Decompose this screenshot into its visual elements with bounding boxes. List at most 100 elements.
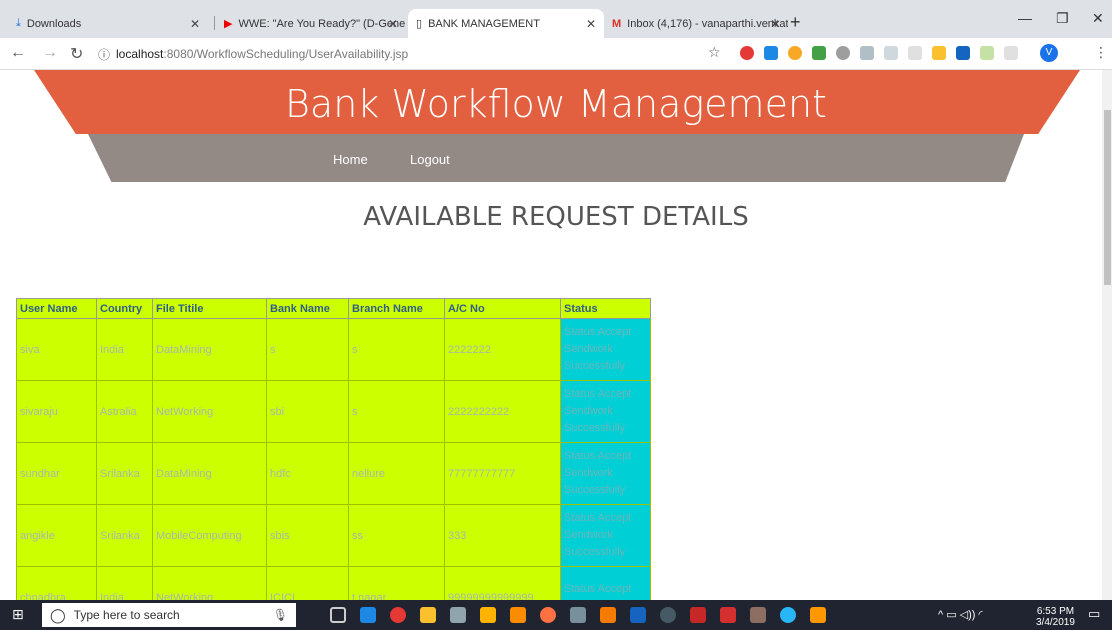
cell-file: MobileComputing	[152, 504, 267, 567]
microphone-icon[interactable]: 🎙	[273, 608, 288, 622]
extension-icon[interactable]	[908, 46, 922, 60]
cell-ac: 77777777777	[444, 442, 561, 505]
eclipse-icon[interactable]	[660, 607, 676, 623]
clock-date: 3/4/2019	[1036, 617, 1075, 628]
webpage: Bank Workflow Management Home Logout AVA…	[0, 70, 1112, 600]
tab-title: Inbox (4,176) - vanaparthi.venkat	[627, 17, 788, 30]
firefox-icon[interactable]	[540, 607, 556, 623]
nav-bar	[88, 134, 1024, 182]
cell-country: Srilanka	[96, 442, 153, 505]
extension-icon[interactable]	[884, 46, 898, 60]
app-icon[interactable]	[450, 607, 466, 623]
request-table: User Name Country File Titile Bank Name …	[16, 298, 651, 600]
url-field[interactable]: ⓘ localhost:8080/WorkflowScheduling/User…	[98, 42, 698, 66]
extension-icon[interactable]	[812, 46, 826, 60]
app-icon[interactable]	[570, 607, 586, 623]
acrobat-icon[interactable]	[720, 607, 736, 623]
app-icon[interactable]	[750, 607, 766, 623]
close-window-icon[interactable]: ✕	[1092, 10, 1104, 27]
table-row: sivaraju Astralia NetWorking sbi s 22222…	[16, 380, 651, 443]
opera-extension-icon[interactable]	[740, 46, 754, 60]
table-row: chnadhra India NetWorking ICICI t nagar …	[16, 566, 651, 600]
nav-logout-link[interactable]: Logout	[410, 152, 450, 167]
vlc-icon[interactable]	[810, 607, 826, 623]
cell-file: DataMining	[152, 318, 267, 381]
extension-icon[interactable]	[836, 46, 850, 60]
table-row: sundhar Srilanka DataMining hdfc nellure…	[16, 442, 651, 505]
back-icon[interactable]: ←	[10, 44, 26, 62]
task-view-icon[interactable]	[330, 607, 346, 623]
cell-bank: ICICI	[266, 566, 349, 600]
reload-icon[interactable]: ↻	[70, 44, 83, 64]
scrollbar-thumb[interactable]	[1104, 110, 1111, 285]
restore-icon[interactable]: ❐	[1056, 10, 1069, 27]
notification-icon[interactable]: ▭	[1088, 606, 1100, 622]
sublime-icon[interactable]	[600, 607, 616, 623]
col-branch-name: Branch Name	[348, 298, 445, 319]
cell-user: sivaraju	[16, 380, 97, 443]
cell-user: angikle	[16, 504, 97, 567]
extension-icon[interactable]	[956, 46, 970, 60]
system-tray-icons[interactable]: ^ ▭ ◁)) ◜	[938, 608, 983, 621]
cell-status: Status Accept Sendwork Successfully	[560, 504, 651, 567]
app-icon[interactable]	[630, 607, 646, 623]
search-circle-icon: ◯	[50, 606, 66, 623]
minimize-icon[interactable]: —	[1018, 10, 1032, 26]
new-tab-button[interactable]: +	[790, 12, 801, 33]
bookmark-star-icon[interactable]: ☆	[708, 44, 721, 61]
tab-inbox[interactable]: M Inbox (4,176) - vanaparthi.venkat ✕	[604, 9, 788, 38]
cell-file: NetWorking	[152, 380, 267, 443]
app-icon[interactable]	[780, 607, 796, 623]
cell-status: Status Accept Sendwork Successfully	[560, 318, 651, 381]
cell-branch: t nagar	[348, 566, 445, 600]
tab-title: WWE: "Are You Ready?" (D-Gene	[238, 17, 406, 30]
edge-icon[interactable]	[360, 607, 376, 623]
col-bank-name: Bank Name	[266, 298, 349, 319]
clock-time: 6:53 PM	[1036, 606, 1075, 617]
cell-country: Srilanka	[96, 504, 153, 567]
extension-icon[interactable]	[860, 46, 874, 60]
close-icon[interactable]: ✕	[586, 17, 596, 31]
cell-ac: 333	[444, 504, 561, 567]
tab-bank-management[interactable]: ▯ BANK MANAGEMENT ✕	[408, 9, 604, 38]
close-icon[interactable]: ✕	[388, 17, 398, 31]
tab-wwe[interactable]: ▶ WWE: "Are You Ready?" (D-Gene ✕	[216, 9, 406, 38]
extension-icon[interactable]	[932, 46, 946, 60]
cell-bank: sbi	[266, 380, 349, 443]
windows-start-icon[interactable]: ⊞	[12, 606, 24, 623]
col-status: Status	[560, 298, 651, 319]
cell-user: chnadhra	[16, 566, 97, 600]
close-icon[interactable]: ✕	[190, 17, 200, 31]
cell-status: Status Accept Sendwork	[560, 566, 651, 600]
profile-avatar[interactable]: V	[1040, 44, 1058, 62]
forward-icon[interactable]: →	[42, 44, 58, 62]
store-icon[interactable]	[420, 607, 436, 623]
col-country: Country	[96, 298, 153, 319]
extension-icon[interactable]	[788, 46, 802, 60]
extension-icon[interactable]	[980, 46, 994, 60]
extension-icon[interactable]	[1004, 46, 1018, 60]
table-row: angikle Srilanka MobileComputing sbis ss…	[16, 504, 651, 567]
file-explorer-icon[interactable]	[480, 607, 496, 623]
clock[interactable]: 6:53 PM 3/4/2019	[1036, 606, 1075, 628]
extension-icon[interactable]	[764, 46, 778, 60]
page-icon: ▯	[416, 18, 423, 30]
chrome-icon[interactable]	[390, 607, 406, 623]
cell-branch: s	[348, 318, 445, 381]
close-icon[interactable]: ✕	[770, 17, 780, 31]
cell-branch: nellure	[348, 442, 445, 505]
cell-bank: hdfc	[266, 442, 349, 505]
table-row: siva India DataMining s s 2222222 Status…	[16, 318, 651, 381]
cell-file: DataMining	[152, 442, 267, 505]
tab-title: BANK MANAGEMENT	[428, 17, 540, 30]
search-placeholder: Type here to search	[73, 608, 180, 622]
taskbar-search[interactable]: ◯ Type here to search 🎙	[42, 603, 296, 627]
youtube-icon: ▶	[224, 18, 233, 30]
app-icon[interactable]	[510, 607, 526, 623]
address-bar: ← → ↻ ⓘ localhost:8080/WorkflowSchedulin…	[0, 38, 1112, 70]
tab-downloads[interactable]: ⤓ Downloads ✕	[8, 9, 208, 38]
info-icon: ⓘ	[98, 47, 111, 62]
app-icon[interactable]	[690, 607, 706, 623]
menu-icon[interactable]: ⋮	[1094, 44, 1108, 61]
nav-home-link[interactable]: Home	[333, 152, 368, 167]
